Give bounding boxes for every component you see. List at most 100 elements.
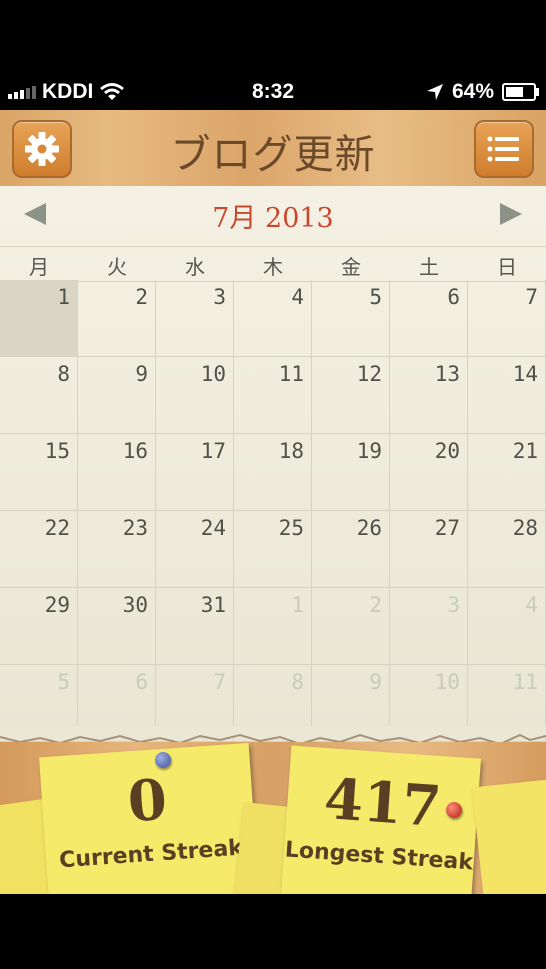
day-number: 7 — [213, 670, 226, 694]
day-number: 11 — [512, 670, 538, 694]
calendar-day-cell[interactable]: 24 — [156, 511, 234, 588]
day-number: 16 — [122, 439, 148, 463]
weekday-label: 日 — [497, 255, 517, 279]
day-number: 27 — [434, 516, 460, 540]
streak-board: 0 Current Streak 417 Longest Streak — [0, 742, 546, 894]
day-number: 3 — [447, 593, 460, 617]
calendar-day-cell[interactable]: 16 — [78, 434, 156, 511]
blue-pin-icon — [155, 752, 171, 768]
day-number: 10 — [200, 362, 226, 386]
calendar-day-cell[interactable]: 19 — [312, 434, 390, 511]
day-number: 8 — [57, 362, 70, 386]
calendar-day-cell[interactable]: 3 — [156, 280, 234, 357]
calendar: 7月 2013 月火水木金土日 1 2 3 4 5 6 7 8 9 10 11 12 13 14 15 16 1… — [0, 186, 546, 742]
calendar-day-cell[interactable]: 13 — [390, 357, 468, 434]
weekday-label: 木 — [263, 255, 283, 279]
calendar-day-cell[interactable]: 22 — [0, 511, 78, 588]
calendar-day-cell[interactable]: 10 — [156, 357, 234, 434]
left-arrow-icon — [24, 203, 46, 225]
previous-month-button[interactable] — [0, 186, 78, 246]
day-number: 20 — [434, 439, 460, 463]
calendar-day-cell[interactable]: 27 — [390, 511, 468, 588]
calendar-day-cell[interactable]: 8 — [0, 357, 78, 434]
calendar-day-cell[interactable]: 5 — [312, 280, 390, 357]
calendar-day-cell[interactable]: 4 — [468, 588, 546, 665]
weekday-header: 月火水木金土日 — [0, 246, 546, 282]
day-number: 9 — [369, 670, 382, 694]
calendar-day-cell[interactable]: 18 — [234, 434, 312, 511]
calendar-day-cell[interactable]: 26 — [312, 511, 390, 588]
day-number: 2 — [135, 285, 148, 309]
red-pin-icon — [446, 802, 462, 818]
weekday-label: 火 — [107, 255, 127, 279]
day-number: 31 — [200, 593, 226, 617]
calendar-day-cell[interactable]: 23 — [78, 511, 156, 588]
day-number: 23 — [122, 516, 148, 540]
day-number: 11 — [278, 362, 304, 386]
day-number: 18 — [278, 439, 304, 463]
day-number: 9 — [135, 362, 148, 386]
weekday-label: 月 — [29, 255, 49, 279]
calendar-day-cell[interactable]: 28 — [468, 511, 546, 588]
calendar-day-cell[interactable]: 29 — [0, 588, 78, 665]
menu-button[interactable] — [474, 120, 534, 178]
day-number: 17 — [200, 439, 226, 463]
battery-percent: 64% — [451, 80, 494, 103]
day-number: 24 — [200, 516, 226, 540]
calendar-day-cell[interactable]: 20 — [390, 434, 468, 511]
day-number: 5 — [369, 285, 382, 309]
day-number: 4 — [291, 285, 304, 309]
weekday-label: 金 — [341, 255, 361, 279]
current-streak-label: Current Streak — [58, 835, 244, 874]
calendar-day-cell[interactable]: 25 — [234, 511, 312, 588]
next-month-button[interactable] — [468, 186, 546, 246]
calendar-day-cell[interactable]: 6 — [390, 280, 468, 357]
calendar-day-cell[interactable]: 14 — [468, 357, 546, 434]
day-number: 3 — [213, 285, 226, 309]
calendar-day-cell[interactable]: 1 — [0, 280, 78, 357]
day-number: 12 — [356, 362, 382, 386]
day-number: 30 — [122, 593, 148, 617]
day-number: 6 — [135, 670, 148, 694]
status-bar: KDDI 8:32 64% — [0, 72, 546, 110]
day-number: 10 — [434, 670, 460, 694]
day-number: 1 — [57, 285, 70, 309]
current-streak-card: 0 Current Streak — [39, 742, 259, 894]
day-number: 26 — [356, 516, 382, 540]
day-number: 8 — [291, 670, 304, 694]
calendar-day-cell[interactable]: 31 — [156, 588, 234, 665]
calendar-day-cell[interactable]: 15 — [0, 434, 78, 511]
calendar-day-cell[interactable]: 11 — [234, 357, 312, 434]
day-number: 1 — [291, 593, 304, 617]
calendar-day-cell[interactable]: 2 — [312, 588, 390, 665]
calendar-day-cell[interactable]: 1 — [234, 588, 312, 665]
day-number: 25 — [278, 516, 304, 540]
calendar-day-cell[interactable]: 7 — [468, 280, 546, 357]
day-number: 7 — [525, 285, 538, 309]
day-number: 13 — [434, 362, 460, 386]
day-number: 28 — [512, 516, 538, 540]
calendar-day-cell[interactable]: 2 — [78, 280, 156, 357]
calendar-day-cell[interactable]: 3 — [390, 588, 468, 665]
calendar-day-cell[interactable]: 12 — [312, 357, 390, 434]
right-arrow-icon — [500, 203, 522, 225]
weekday-label: 水 — [185, 255, 205, 279]
weekday-label: 土 — [419, 255, 439, 279]
month-header: 7月 2013 — [0, 186, 546, 246]
calendar-day-cell[interactable]: 30 — [78, 588, 156, 665]
day-number: 29 — [44, 593, 70, 617]
status-right: 64% — [426, 80, 539, 104]
day-number: 4 — [525, 593, 538, 617]
day-number: 5 — [57, 670, 70, 694]
calendar-day-cell[interactable]: 9 — [78, 357, 156, 434]
calendar-day-cell[interactable]: 4 — [234, 280, 312, 357]
day-number: 6 — [447, 285, 460, 309]
day-number: 2 — [369, 593, 382, 617]
battery-icon — [502, 83, 539, 101]
list-icon — [487, 136, 519, 162]
calendar-grid: 1 2 3 4 5 6 7 8 9 10 11 12 13 14 15 16 17 18 19 20 21 22 23 24 2… — [0, 280, 546, 742]
day-number: 15 — [44, 439, 70, 463]
location-arrow-icon — [426, 84, 443, 100]
calendar-day-cell[interactable]: 17 — [156, 434, 234, 511]
calendar-day-cell[interactable]: 21 — [468, 434, 546, 511]
